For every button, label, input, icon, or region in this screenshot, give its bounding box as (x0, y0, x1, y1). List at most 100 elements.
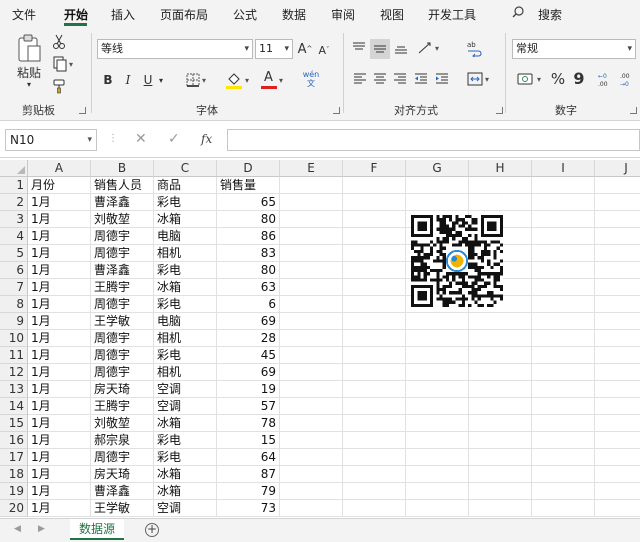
cell-a16[interactable]: 1月 (28, 432, 91, 449)
cell-i6[interactable] (532, 262, 595, 279)
increase-font-size-button[interactable]: A ^ (297, 40, 313, 58)
cell-e14[interactable] (280, 398, 343, 415)
paste-icon[interactable] (14, 33, 44, 65)
sheet-tab-data-source[interactable]: 数据源 (70, 519, 124, 540)
cell-e8[interactable] (280, 296, 343, 313)
cell-i2[interactable] (532, 194, 595, 211)
orientation-icon[interactable]: ▾ (414, 39, 442, 57)
cell-c9[interactable]: 电脑 (154, 313, 217, 330)
cut-icon[interactable] (51, 33, 67, 51)
cell-e20[interactable] (280, 500, 343, 517)
cell-g1[interactable] (406, 177, 469, 194)
cell-c14[interactable]: 空调 (154, 398, 217, 415)
row-header[interactable]: 9 (0, 313, 28, 330)
cell-c4[interactable]: 电脑 (154, 228, 217, 245)
cell-b15[interactable]: 刘敬堃 (91, 415, 154, 432)
fill-color-button[interactable]: ▾ (222, 69, 252, 91)
cell-f10[interactable] (343, 330, 406, 347)
cell-j10[interactable] (595, 330, 640, 347)
tab-review[interactable]: 审阅 (331, 6, 355, 23)
cell-h9[interactable] (469, 313, 532, 330)
cell-e18[interactable] (280, 466, 343, 483)
cell-b10[interactable]: 周德宇 (91, 330, 154, 347)
cell-c19[interactable]: 冰箱 (154, 483, 217, 500)
cell-c1[interactable]: 商品 (154, 177, 217, 194)
column-header-g[interactable]: G (406, 160, 469, 177)
increase-decimal-icon[interactable]: ←0.00 (596, 69, 614, 89)
row-header[interactable]: 15 (0, 415, 28, 432)
cell-d18[interactable]: 87 (217, 466, 280, 483)
align-left-icon[interactable] (352, 71, 368, 87)
cell-e1[interactable] (280, 177, 343, 194)
cell-j11[interactable] (595, 347, 640, 364)
format-painter-icon[interactable] (51, 77, 69, 95)
cell-b4[interactable]: 周德宇 (91, 228, 154, 245)
cell-j9[interactable] (595, 313, 640, 330)
cell-f16[interactable] (343, 432, 406, 449)
clipboard-launcher-icon[interactable] (79, 107, 86, 114)
cell-a5[interactable]: 1月 (28, 245, 91, 262)
cell-h18[interactable] (469, 466, 532, 483)
cell-a3[interactable]: 1月 (28, 211, 91, 228)
scroll-right-icon[interactable]: ▶ (38, 524, 45, 534)
cell-e9[interactable] (280, 313, 343, 330)
font-size-combo[interactable]: 11 ▾ (255, 39, 293, 59)
cell-h15[interactable] (469, 415, 532, 432)
cell-a1[interactable]: 月份 (28, 177, 91, 194)
cell-b8[interactable]: 周德宇 (91, 296, 154, 313)
cell-b12[interactable]: 周德宇 (91, 364, 154, 381)
cell-d6[interactable]: 80 (217, 262, 280, 279)
cell-h19[interactable] (469, 483, 532, 500)
cell-b7[interactable]: 王腾宇 (91, 279, 154, 296)
cell-b3[interactable]: 刘敬堃 (91, 211, 154, 228)
cell-f11[interactable] (343, 347, 406, 364)
cell-h20[interactable] (469, 500, 532, 517)
cell-b1[interactable]: 销售人员 (91, 177, 154, 194)
cell-c7[interactable]: 冰箱 (154, 279, 217, 296)
increase-indent-icon[interactable] (434, 71, 450, 87)
cell-d19[interactable]: 79 (217, 483, 280, 500)
cell-a19[interactable]: 1月 (28, 483, 91, 500)
cell-e4[interactable] (280, 228, 343, 245)
cell-d16[interactable]: 15 (217, 432, 280, 449)
cell-i14[interactable] (532, 398, 595, 415)
row-header[interactable]: 2 (0, 194, 28, 211)
tab-formulas[interactable]: 公式 (233, 6, 257, 23)
cell-j2[interactable] (595, 194, 640, 211)
column-header-b[interactable]: B (91, 160, 154, 177)
select-all-button[interactable] (0, 160, 28, 177)
copy-icon[interactable]: ▾ (51, 55, 75, 73)
cell-c10[interactable]: 相机 (154, 330, 217, 347)
tab-file[interactable]: 文件 (12, 6, 36, 23)
cell-d15[interactable]: 78 (217, 415, 280, 432)
cell-i8[interactable] (532, 296, 595, 313)
column-header-c[interactable]: C (154, 160, 217, 177)
italic-button[interactable]: I (121, 71, 135, 89)
align-top-icon[interactable] (350, 39, 368, 57)
font-name-combo[interactable]: 等线 ▾ (97, 39, 253, 59)
cell-i10[interactable] (532, 330, 595, 347)
font-launcher-icon[interactable] (333, 107, 340, 114)
cell-g19[interactable] (406, 483, 469, 500)
column-header-j[interactable]: J (595, 160, 640, 177)
row-header[interactable]: 11 (0, 347, 28, 364)
cell-d4[interactable]: 86 (217, 228, 280, 245)
cancel-entry-icon[interactable]: ✕ (135, 131, 147, 147)
row-header[interactable]: 1 (0, 177, 28, 194)
cell-i4[interactable] (532, 228, 595, 245)
number-launcher-icon[interactable] (630, 107, 637, 114)
name-box[interactable]: N10 ▾ (5, 129, 97, 151)
cell-b9[interactable]: 王学敏 (91, 313, 154, 330)
tab-developer[interactable]: 开发工具 (428, 6, 476, 23)
bold-button[interactable]: B (101, 71, 115, 89)
cell-h14[interactable] (469, 398, 532, 415)
number-format-combo[interactable]: 常规 ▾ (512, 39, 636, 59)
cell-f2[interactable] (343, 194, 406, 211)
cell-b16[interactable]: 郝宗泉 (91, 432, 154, 449)
cell-a13[interactable]: 1月 (28, 381, 91, 398)
cell-a4[interactable]: 1月 (28, 228, 91, 245)
cell-e2[interactable] (280, 194, 343, 211)
cell-g9[interactable] (406, 313, 469, 330)
cell-j20[interactable] (595, 500, 640, 517)
row-header[interactable]: 18 (0, 466, 28, 483)
